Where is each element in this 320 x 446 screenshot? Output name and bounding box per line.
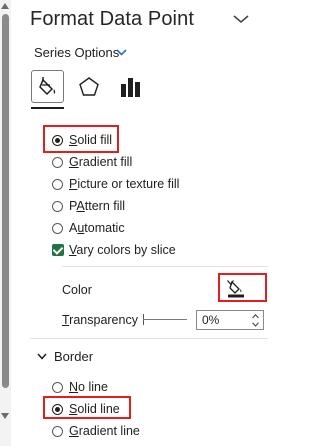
color-picker-highlight	[218, 273, 267, 302]
gradient-fill-radio[interactable]	[52, 156, 63, 168]
transparency-slider-track[interactable]	[143, 319, 187, 320]
solid-fill-highlight	[43, 125, 119, 153]
series-options-chevron-icon[interactable]	[116, 49, 127, 56]
vary-colors-checkbox[interactable]	[52, 244, 64, 256]
picture-texture-fill-radio[interactable]	[52, 178, 63, 190]
scroll-down-arrow-icon[interactable]	[1, 413, 9, 419]
pattern-fill-option[interactable]: PAttern fill	[52, 199, 125, 213]
solid-line-highlight	[43, 396, 131, 419]
border-section-chevron-icon[interactable]	[37, 353, 47, 360]
gradient-line-option[interactable]: Gradient line	[52, 424, 140, 438]
paint-bucket-icon	[39, 77, 56, 96]
pattern-fill-radio[interactable]	[52, 200, 63, 212]
gradient-line-radio[interactable]	[52, 425, 63, 437]
pentagon-effects-icon[interactable]	[78, 76, 100, 98]
collapse-pane-chevron-icon[interactable]	[232, 14, 250, 24]
active-tab-indicator	[31, 107, 64, 109]
spin-up-icon[interactable]	[252, 314, 259, 319]
no-line-option[interactable]: No line	[52, 380, 108, 394]
scroll-up-arrow-icon[interactable]	[1, 3, 9, 9]
pane-title: Format Data Point	[30, 8, 194, 30]
automatic-fill-option[interactable]: Automatic	[52, 221, 125, 235]
picture-texture-fill-option[interactable]: Picture or texture fill	[52, 177, 179, 191]
format-pane: Format Data Point Series Options Solid f…	[0, 0, 268, 446]
section-divider	[62, 266, 268, 267]
gradient-fill-option[interactable]: Gradient fill	[52, 155, 132, 169]
tab-fill-line[interactable]	[31, 70, 64, 103]
transparency-input[interactable]: 0%	[196, 310, 264, 330]
transparency-label: Transparency	[62, 313, 138, 327]
border-section-heading[interactable]: Border	[54, 349, 93, 364]
series-options-dropdown[interactable]: Series Options	[34, 45, 119, 60]
transparency-value: 0%	[202, 313, 220, 327]
no-line-radio[interactable]	[52, 381, 63, 393]
spin-down-icon[interactable]	[252, 322, 259, 327]
border-divider	[30, 338, 268, 339]
color-label: Color	[62, 283, 92, 297]
scrollbar-thumb[interactable]	[2, 14, 9, 388]
bar-size-icon[interactable]	[120, 76, 142, 98]
vary-colors-option[interactable]: Vary colors by slice	[52, 243, 176, 257]
automatic-fill-radio[interactable]	[52, 222, 63, 234]
vertical-scrollbar[interactable]	[0, 0, 11, 446]
